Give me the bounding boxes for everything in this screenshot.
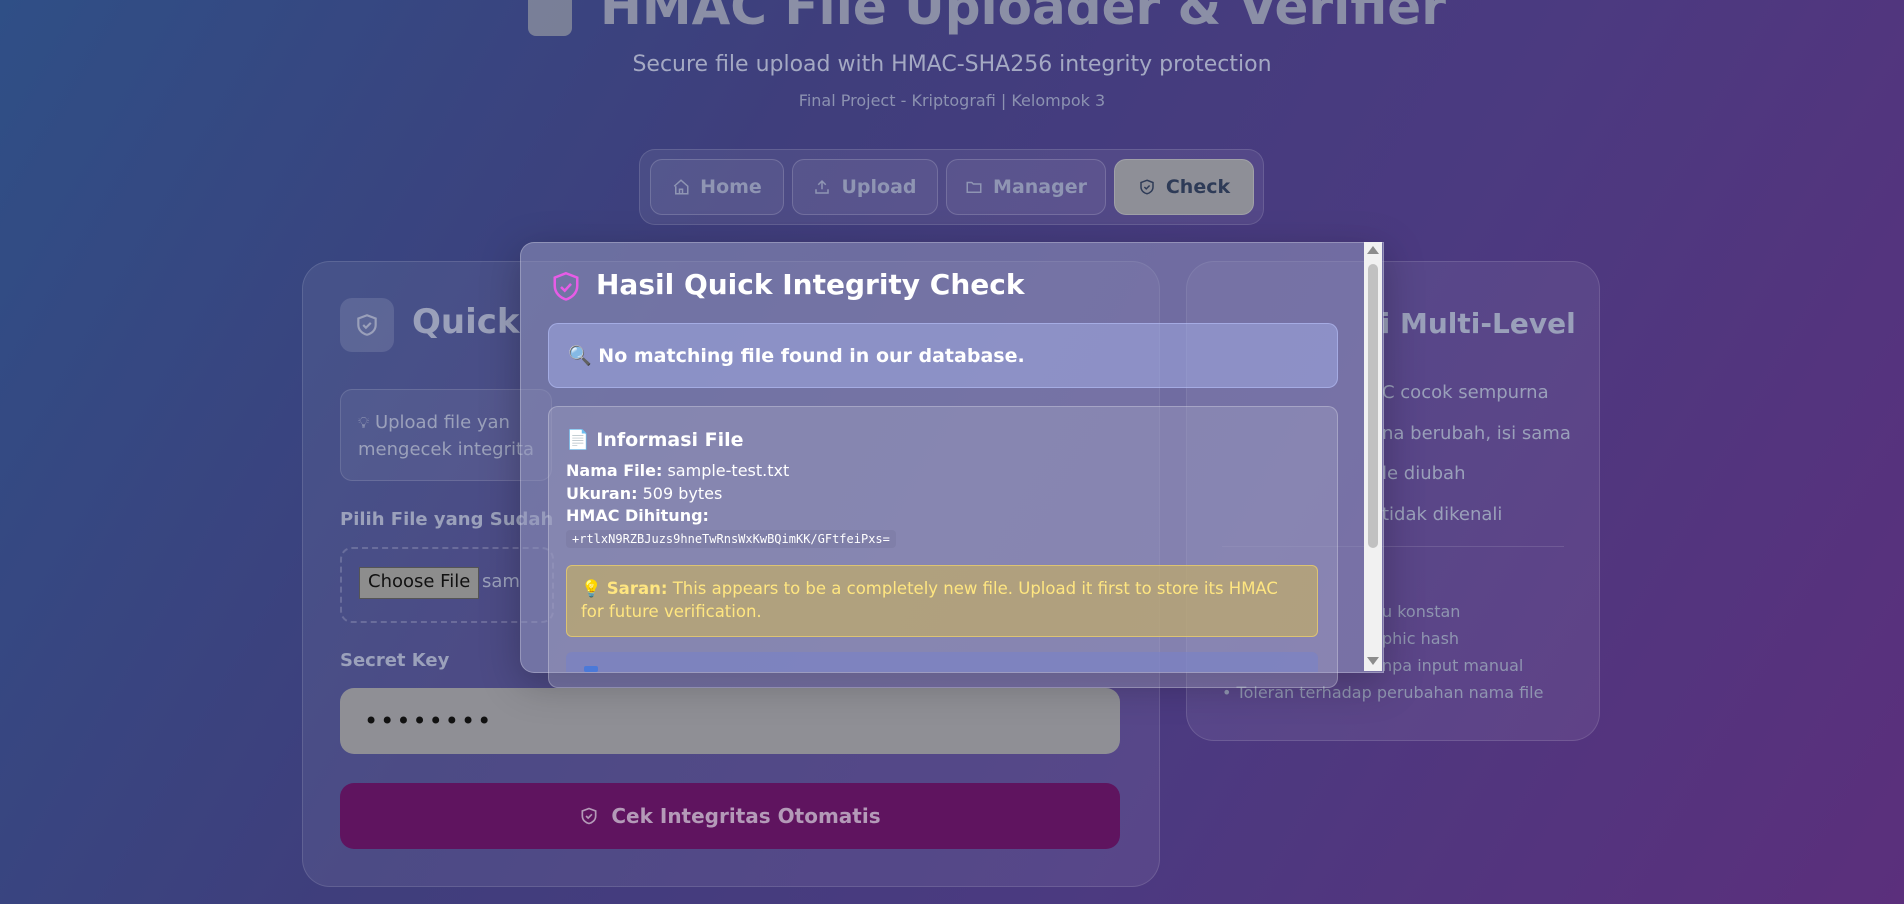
nav-manager-label: Manager xyxy=(993,176,1087,198)
main-nav: Home Upload Manager Check xyxy=(639,149,1264,225)
nav-upload[interactable]: Upload xyxy=(792,159,938,215)
card-title: Quick xyxy=(412,302,520,342)
secret-key-label: Secret Key xyxy=(340,650,450,671)
file-info-heading: 📄 Informasi File xyxy=(566,428,744,451)
shield-check-icon xyxy=(553,271,579,301)
right-card-title: si Multi-Level xyxy=(1364,307,1576,340)
page-meta: Final Project - Kriptografi | Kelompok 3 xyxy=(798,91,1106,110)
magnifier-icon: 🔍 xyxy=(568,345,592,367)
upload-icon xyxy=(815,179,830,194)
page-title: HMAC File Uploader & Verifier xyxy=(600,0,1446,36)
hmac-label-row: HMAC Dihitung: xyxy=(566,506,709,525)
file-size-value: 509 bytes xyxy=(642,484,723,503)
result-message: 🔍 No matching file found in our database… xyxy=(568,344,1025,367)
lightbulb-icon: 💡 xyxy=(581,579,602,598)
nav-manager[interactable]: Manager xyxy=(946,159,1106,215)
suggestion-text: 💡 Saran: This appears to be a completely… xyxy=(581,577,1301,623)
suggestion-message: This appears to be a completely new file… xyxy=(581,579,1278,621)
lightbulb-icon: 💡︎ xyxy=(358,413,370,432)
suggestion-label: Saran: xyxy=(606,579,668,598)
file-size-label: Ukuran: xyxy=(566,484,638,503)
hmac-value: +rtlxN9RZBJuzs9hneTwRnsWxKwBQimKK/GFtfei… xyxy=(566,530,896,548)
file-name-label: Nama File: xyxy=(566,461,663,480)
file-size-row: Ukuran: 509 bytes xyxy=(566,484,722,503)
nav-home[interactable]: Home xyxy=(650,159,784,215)
level-line: tidak dikenali xyxy=(1382,504,1503,525)
level-line: na berubah, isi sama xyxy=(1382,423,1571,444)
secret-key-input[interactable]: •••••••• xyxy=(340,688,1120,754)
nav-home-label: Home xyxy=(700,176,762,198)
folder-icon xyxy=(966,181,982,193)
card-shield-badge xyxy=(340,298,394,352)
file-info-heading-text: Informasi File xyxy=(596,429,744,451)
scroll-down-arrow-icon[interactable] xyxy=(1367,657,1379,665)
feature-item: npa input manual xyxy=(1382,656,1524,675)
choose-file-button[interactable]: Choose File xyxy=(359,567,480,599)
checkbox-icon xyxy=(584,666,598,672)
hmac-label: HMAC Dihitung: xyxy=(566,506,709,525)
check-integrity-label: Cek Integritas Otomatis xyxy=(611,804,881,828)
file-name-value: sample-test.txt xyxy=(667,461,790,480)
scrollbar-thumb[interactable] xyxy=(1368,264,1378,548)
file-name-row: Nama File: sample-test.txt xyxy=(566,461,789,480)
nav-upload-label: Upload xyxy=(841,176,917,198)
document-icon: 📄 xyxy=(566,429,590,451)
next-section-partial xyxy=(566,652,1318,672)
page-subtitle: Secure file upload with HMAC-SHA256 inte… xyxy=(632,52,1272,77)
feature-item: u konstan xyxy=(1382,602,1461,621)
selected-file-name: sam xyxy=(482,571,520,592)
scroll-up-arrow-icon[interactable] xyxy=(1367,246,1379,254)
nav-check-label: Check xyxy=(1165,176,1231,198)
tip-text-content: Upload file yan mengecek integrita xyxy=(358,412,535,460)
shield-check-icon xyxy=(1140,179,1154,195)
modal-title: Hasil Quick Integrity Check xyxy=(596,268,1025,301)
shield-check-icon xyxy=(357,314,377,336)
level-line: C cocok sempurna xyxy=(1382,382,1549,403)
result-message-text: No matching file found in our database. xyxy=(598,345,1025,367)
level-line: le diubah xyxy=(1382,463,1466,484)
app-logo-icon xyxy=(528,0,572,36)
home-icon xyxy=(673,179,689,195)
feature-item: phic hash xyxy=(1382,629,1460,648)
shield-check-icon xyxy=(581,807,597,825)
nav-check[interactable]: Check xyxy=(1114,159,1254,215)
check-integrity-button[interactable]: Cek Integritas Otomatis xyxy=(340,783,1120,849)
